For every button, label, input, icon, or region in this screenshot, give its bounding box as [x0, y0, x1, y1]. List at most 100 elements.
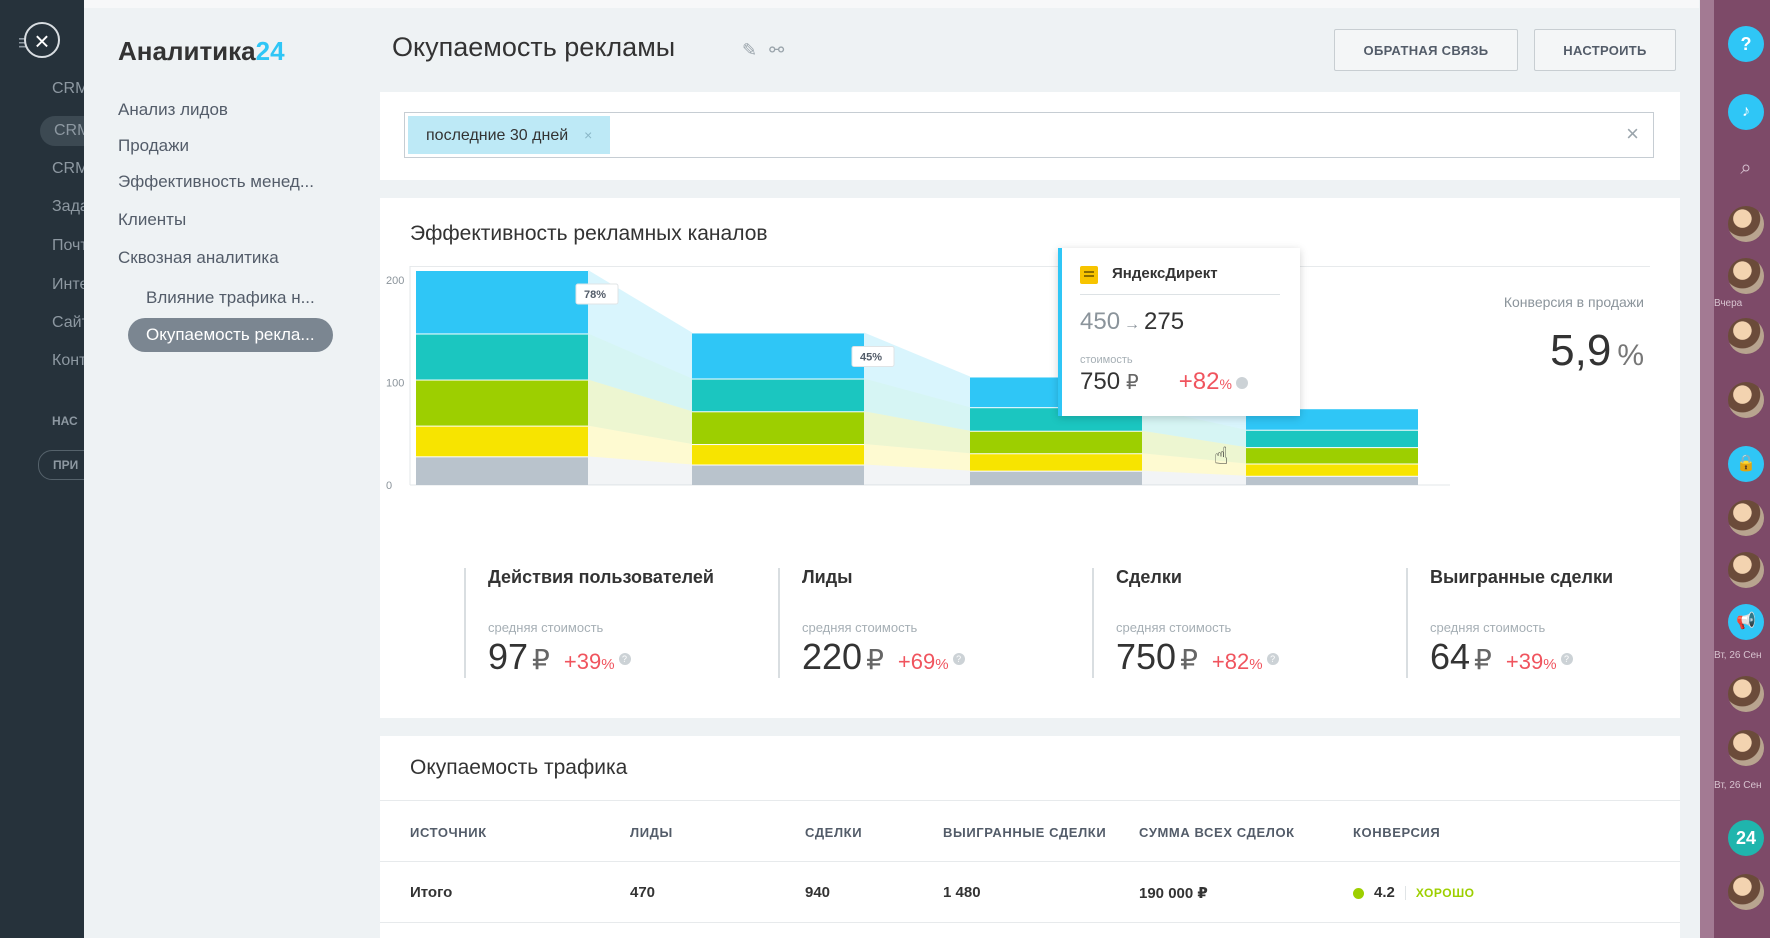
nav-item-sales[interactable]: Продажи — [118, 136, 189, 156]
settings-button[interactable]: НАСТРОИТЬ — [1534, 29, 1676, 71]
y-tick-label: 0 — [386, 480, 392, 492]
stage-user-actions: Действия пользователей средняя стоимость… — [464, 568, 778, 678]
chat-date-label: Вчера — [1714, 298, 1743, 309]
funnel-chart: 010020078%45%26% — [386, 266, 1450, 492]
currency: ₽ — [1474, 644, 1492, 675]
filter-input[interactable]: последние 30 дней × × — [404, 112, 1654, 158]
cost-delta: +82 — [1178, 368, 1220, 395]
nav-item-lead-analysis[interactable]: Анализ лидов — [118, 100, 228, 120]
table-title: Окупаемость трафика — [410, 756, 628, 779]
cost-delta: +69 — [897, 649, 936, 674]
nav-item-traffic-impact[interactable]: Влияние трафика н... — [146, 288, 315, 308]
currency: ₽ — [1180, 644, 1198, 675]
funnel-card: Эффективность рекламных каналов 0 100 200 7… — [380, 198, 1680, 718]
avatar[interactable] — [1728, 730, 1764, 766]
stage-cost: 220 ₽ +69%? — [802, 636, 965, 678]
cost-value: 750 — [1116, 636, 1177, 677]
column-header[interactable]: ВЫИГРАННЫЕ СДЕЛКИ — [943, 825, 1106, 840]
nav-item-ad-roi[interactable]: Окупаемость рекла... — [128, 318, 333, 352]
flow-to: 275 — [1144, 308, 1185, 335]
megaphone-icon[interactable]: 📢 — [1728, 604, 1764, 640]
stage-deals: Сделки средняя стоимость 750 ₽ +82%? — [1092, 568, 1406, 678]
nav-item-end-to-end-analytics[interactable]: Сквозная аналитика — [118, 248, 279, 268]
stage-cost-label: средняя стоимость — [488, 620, 604, 635]
bg-menu-item: Задачи — [52, 198, 84, 215]
column-header[interactable]: СУММА ВСЕХ СДЕЛОК — [1139, 825, 1295, 840]
column-header[interactable]: ЛИДЫ — [630, 825, 673, 840]
hand-cursor-icon: ☝ — [1214, 443, 1229, 470]
help-icon[interactable]: ? — [1266, 653, 1279, 666]
conversion-percent-sign: % — [1617, 339, 1644, 372]
feedback-button[interactable]: ОБРАТНАЯ СВЯЗЬ — [1334, 29, 1518, 71]
link-icon[interactable]: ⚯ — [769, 40, 784, 60]
funnel-bar-segment — [1246, 430, 1418, 448]
period-filter-chip[interactable]: последние 30 дней × — [408, 116, 611, 154]
close-slider-button[interactable]: × — [24, 22, 60, 58]
percent-sign: % — [1249, 656, 1263, 673]
filter-clear-icon[interactable]: × — [1626, 121, 1639, 147]
help-icon[interactable] — [1235, 376, 1248, 389]
close-icon: × — [34, 26, 50, 56]
funnel-bar-segment — [1246, 464, 1418, 476]
funnel-bar-segment — [416, 426, 588, 457]
cost-value: 220 — [802, 636, 863, 677]
edit-pencil-icon[interactable]: ✎ — [742, 40, 757, 60]
help-icon[interactable]: ? — [1560, 653, 1573, 666]
right-toolbar: ? ♪ ⌕ Вчера 🔒 📢 Вт, 26 Сен Вт, 26 Сен 24 — [1700, 0, 1770, 938]
tooltip-cost: 750 ₽ +82% — [1080, 368, 1248, 396]
column-header[interactable]: ИСТОЧНИК — [410, 825, 487, 840]
conversion-label: Конверсия в продажи — [1503, 294, 1644, 310]
bitrix24-button[interactable]: 24 — [1728, 820, 1764, 856]
nav-item-clients[interactable]: Клиенты — [118, 210, 186, 230]
funnel-bar-segment — [970, 471, 1142, 485]
avatar[interactable] — [1728, 318, 1764, 354]
help-icon[interactable]: ? — [618, 653, 631, 666]
toolbar-edge — [1700, 0, 1714, 938]
chip-remove-icon[interactable]: × — [584, 127, 592, 143]
stage-cost-label: средняя стоимость — [1116, 620, 1232, 635]
cell-deals: 940 — [805, 884, 831, 901]
chip-label: последние 30 дней — [426, 127, 569, 144]
stage-cost-label: средняя стоимость — [1430, 620, 1546, 635]
avatar[interactable] — [1728, 382, 1764, 418]
chat-date-label: Вт, 26 Сен — [1714, 780, 1762, 791]
funnel-bar-segment — [416, 334, 588, 380]
help-icon[interactable]: ? — [952, 653, 965, 666]
lock-icon[interactable]: 🔒 — [1728, 446, 1764, 482]
column-header[interactable]: КОНВЕРСИЯ — [1353, 825, 1440, 840]
notifications-bell-icon[interactable]: ♪ — [1728, 94, 1764, 130]
bg-menu-item: CRM — [52, 160, 84, 177]
help-button[interactable]: ? — [1728, 26, 1764, 62]
filter-card: последние 30 дней × × — [380, 92, 1680, 180]
cost-value: 64 — [1430, 636, 1471, 677]
avatar[interactable] — [1728, 206, 1764, 242]
bg-menu-item: Почта — [52, 237, 84, 254]
funnel-bar-segment — [1246, 476, 1418, 485]
column-header[interactable]: СДЕЛКИ — [805, 825, 862, 840]
nav-item-manager-efficiency[interactable]: Эффективность менед... — [118, 172, 314, 192]
percent-sign: % — [935, 656, 949, 673]
bg-menu-item: Интернет — [52, 276, 84, 293]
funnel-bar-segment — [416, 380, 588, 426]
cell-sum: 190 000 ₽ — [1139, 885, 1208, 902]
yandex-direct-icon — [1080, 266, 1098, 284]
cell-leads: 470 — [630, 884, 656, 901]
cost-delta: +82 — [1211, 649, 1250, 674]
avatar[interactable] — [1728, 500, 1764, 536]
divider — [1080, 294, 1280, 295]
stage-name: Лиды — [802, 567, 853, 587]
table-row[interactable]: Итого 470 940 1 480 190 000 ₽ 4.2 ХОРОШО — [380, 862, 1680, 923]
traffic-table-card: Окупаемость трафика ИСТОЧНИК ЛИДЫ СДЕЛКИ… — [380, 736, 1680, 938]
avatar[interactable] — [1728, 874, 1764, 910]
bg-menu-item: Конт — [52, 352, 84, 369]
funnel-bar-segment — [692, 412, 864, 445]
percent-sign: % — [1219, 376, 1232, 392]
avatar[interactable] — [1728, 258, 1764, 294]
avatar[interactable] — [1728, 552, 1764, 588]
search-icon[interactable]: ⌕ — [1728, 150, 1764, 186]
cost-delta: +39 — [1505, 649, 1544, 674]
chat-date-label: Вт, 26 Сен — [1714, 650, 1762, 661]
logo-number: 24 — [255, 36, 285, 66]
funnel-bar-segment — [692, 445, 864, 465]
avatar[interactable] — [1728, 676, 1764, 712]
